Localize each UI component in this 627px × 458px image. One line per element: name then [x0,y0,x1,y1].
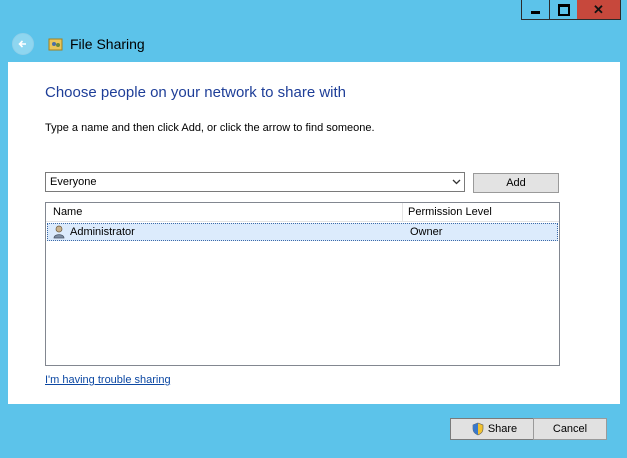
back-arrow-icon [18,40,26,48]
cell-name: Administrator [48,224,404,240]
user-name: Administrator [70,226,135,238]
window-header: File Sharing [6,28,145,60]
maximize-icon [557,3,570,16]
user-icon [53,225,65,239]
column-header-permission[interactable]: Permission Level [403,203,559,221]
trouble-sharing-link[interactable]: I'm having trouble sharing [45,374,171,386]
share-button[interactable]: Share [450,418,538,440]
add-button[interactable]: Add [473,173,559,193]
list-header: Name Permission Level [46,203,559,222]
dropdown-arrow-button[interactable] [448,179,464,185]
uac-shield-icon [472,422,484,436]
back-button[interactable] [12,33,34,55]
cancel-button[interactable]: Cancel [533,418,607,440]
chevron-down-icon [452,179,460,185]
share-button-label: Share [487,423,518,435]
close-button[interactable]: ✕ [577,0,621,20]
permission-level[interactable]: Owner [404,224,557,240]
window-title: File Sharing [70,36,145,52]
minimize-button[interactable] [521,0,549,20]
file-sharing-icon [48,38,63,51]
instruction-text: Type a name and then click Add, or click… [45,122,375,134]
sharing-list: Name Permission Level Administrator Owne… [45,202,560,366]
minimize-icon [531,11,540,14]
column-header-name[interactable]: Name [46,203,403,221]
page-heading: Choose people on your network to share w… [45,84,347,101]
table-row[interactable]: Administrator Owner [47,223,558,241]
caption-buttons: ✕ [521,0,621,20]
maximize-button[interactable] [549,0,577,20]
close-icon: ✕ [593,1,604,17]
people-combobox[interactable]: Everyone [45,172,465,192]
content-panel: Choose people on your network to share w… [8,62,620,404]
combobox-value: Everyone [50,176,97,188]
